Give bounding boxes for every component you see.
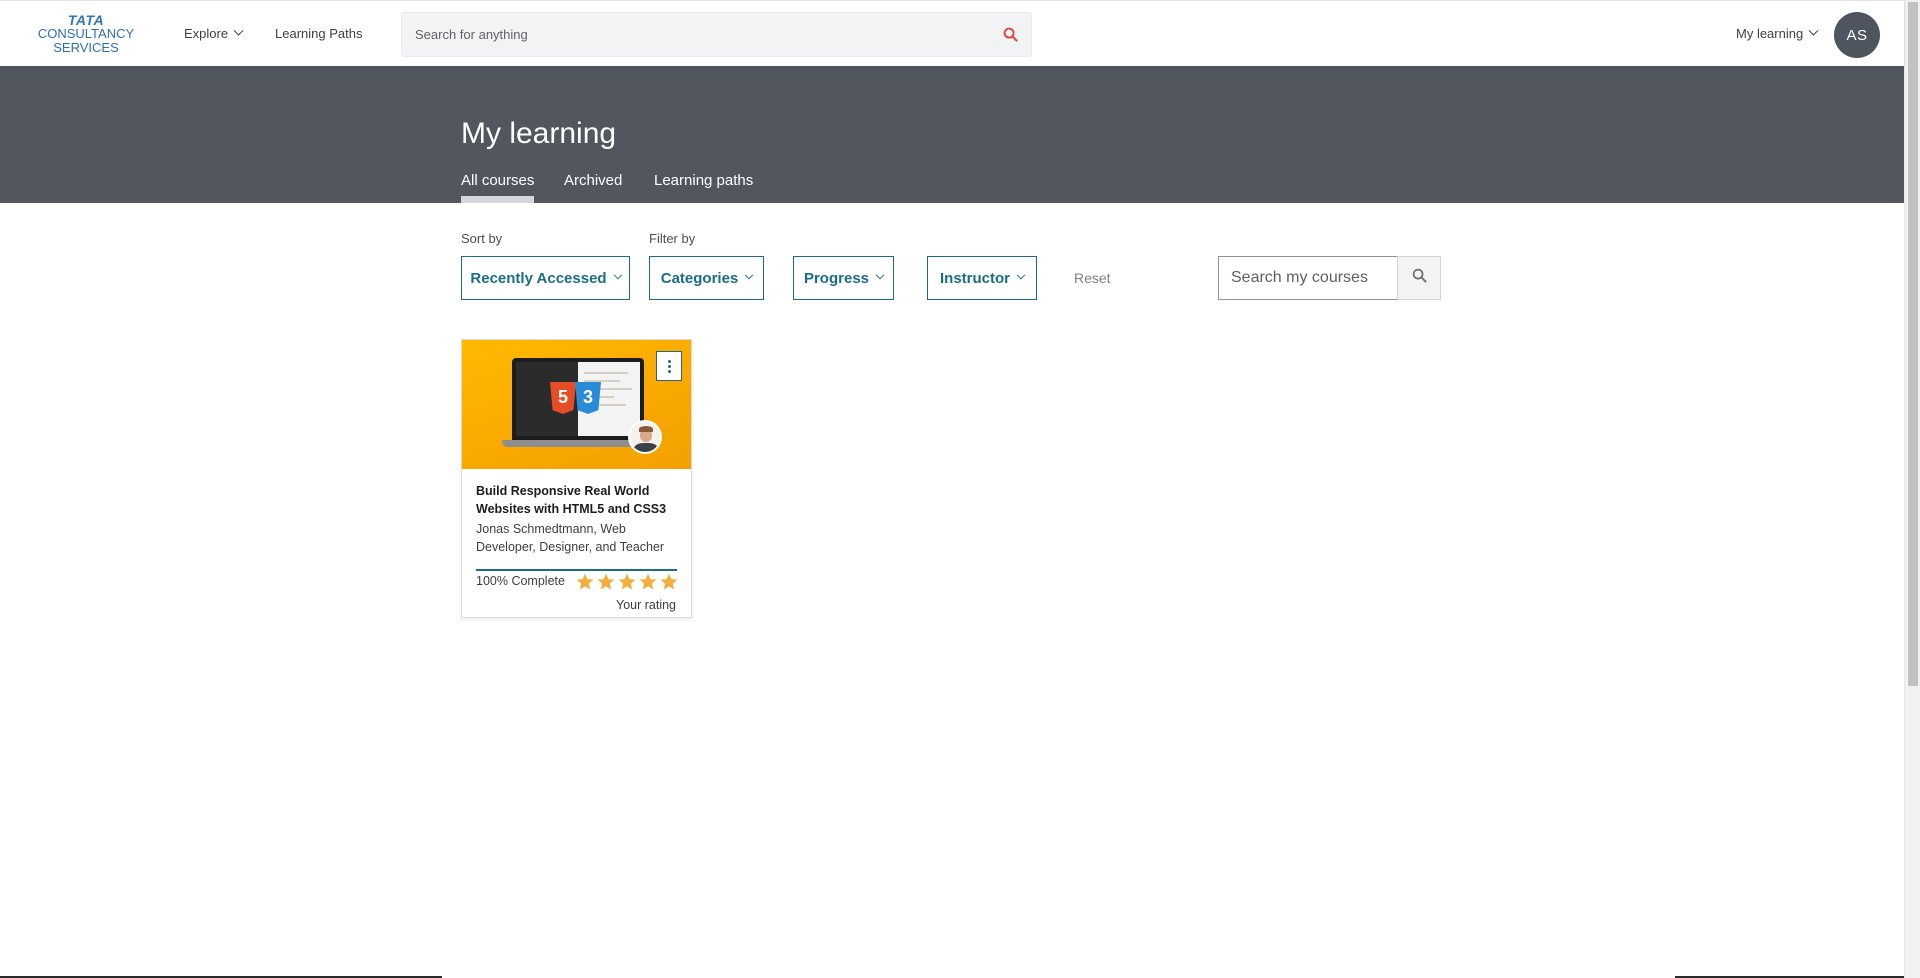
- page-scrollbar[interactable]: [1904, 0, 1920, 978]
- course-rating-stars[interactable]: [576, 573, 678, 591]
- explore-menu[interactable]: Explore: [184, 25, 244, 41]
- scrollbar-thumb[interactable]: [1908, 2, 1918, 686]
- company-logo[interactable]: TATA CONSULTANCY SERVICES: [36, 13, 136, 55]
- global-search-input[interactable]: [402, 13, 1031, 56]
- page-banner: My learning All courses Archived Learnin…: [0, 66, 1904, 203]
- your-rating-label: Your rating: [616, 598, 676, 612]
- course-card[interactable]: 5 3 Build Responsive Real World Websites…: [461, 339, 692, 618]
- logo-line-3: SERVICES: [53, 40, 119, 55]
- chevron-down-icon: [875, 270, 885, 280]
- chevron-down-icon: [745, 270, 754, 280]
- page-title: My learning: [461, 117, 617, 150]
- course-thumbnail: 5 3: [462, 340, 691, 469]
- search-icon[interactable]: [1003, 27, 1018, 47]
- tab-all-courses[interactable]: All courses: [461, 172, 535, 203]
- reset-button[interactable]: Reset: [1074, 270, 1111, 286]
- progress-label: Progress: [803, 269, 870, 287]
- course-progress-bar: [476, 569, 677, 571]
- course-progress-fill: [476, 569, 677, 571]
- course-progress-text: 100% Complete: [476, 574, 565, 588]
- filter-by-label: Filter by: [649, 231, 696, 246]
- instructor-label: Instructor: [939, 269, 1010, 287]
- sort-value: Recently Accessed: [470, 269, 607, 287]
- logo-line-1: TATA: [67, 12, 105, 28]
- star-icon[interactable]: [660, 573, 678, 591]
- categories-dropdown[interactable]: Categories: [649, 256, 764, 300]
- instructor-dropdown[interactable]: Instructor: [927, 256, 1037, 300]
- chevron-down-icon: [233, 25, 244, 36]
- tab-learning-paths[interactable]: Learning paths: [654, 172, 753, 189]
- tab-archived[interactable]: Archived: [564, 172, 622, 189]
- sort-by-label: Sort by: [461, 231, 503, 246]
- my-learning-menu[interactable]: My learning: [1736, 25, 1819, 41]
- chevron-down-icon: [1808, 25, 1819, 36]
- global-search-bar: [401, 12, 1032, 57]
- explore-label: Explore: [184, 26, 229, 41]
- star-icon[interactable]: [639, 573, 657, 591]
- logo-line-2: CONSULTANCY: [37, 26, 135, 41]
- course-search-button[interactable]: [1397, 256, 1441, 300]
- chevron-down-icon: [1016, 270, 1026, 280]
- user-avatar[interactable]: AS: [1834, 12, 1880, 58]
- top-navbar: TATA CONSULTANCY SERVICES Explore Learni…: [0, 0, 1904, 66]
- chevron-down-icon: [613, 270, 622, 280]
- progress-dropdown[interactable]: Progress: [793, 256, 894, 300]
- kebab-dot-icon: [667, 364, 671, 368]
- kebab-dot-icon: [667, 369, 671, 373]
- star-icon[interactable]: [597, 573, 615, 591]
- search-icon: [1412, 268, 1427, 288]
- html5-logo-icon: 5: [550, 382, 576, 414]
- course-title[interactable]: Build Responsive Real World Websites wit…: [476, 482, 681, 518]
- learning-paths-label: Learning Paths: [275, 26, 363, 41]
- kebab-dot-icon: [667, 359, 671, 363]
- course-instructor: Jonas Schmedtmann, Web Developer, Design…: [476, 522, 665, 554]
- categories-label: Categories: [660, 269, 739, 287]
- instructor-avatar: [628, 420, 662, 454]
- my-learning-label: My learning: [1736, 26, 1804, 41]
- course-options-button[interactable]: [656, 351, 682, 381]
- css3-logo-icon: 3: [575, 382, 601, 414]
- learning-paths-link[interactable]: Learning Paths: [275, 26, 362, 41]
- star-icon[interactable]: [618, 573, 636, 591]
- sort-dropdown[interactable]: Recently Accessed: [461, 256, 630, 300]
- star-icon[interactable]: [576, 573, 594, 591]
